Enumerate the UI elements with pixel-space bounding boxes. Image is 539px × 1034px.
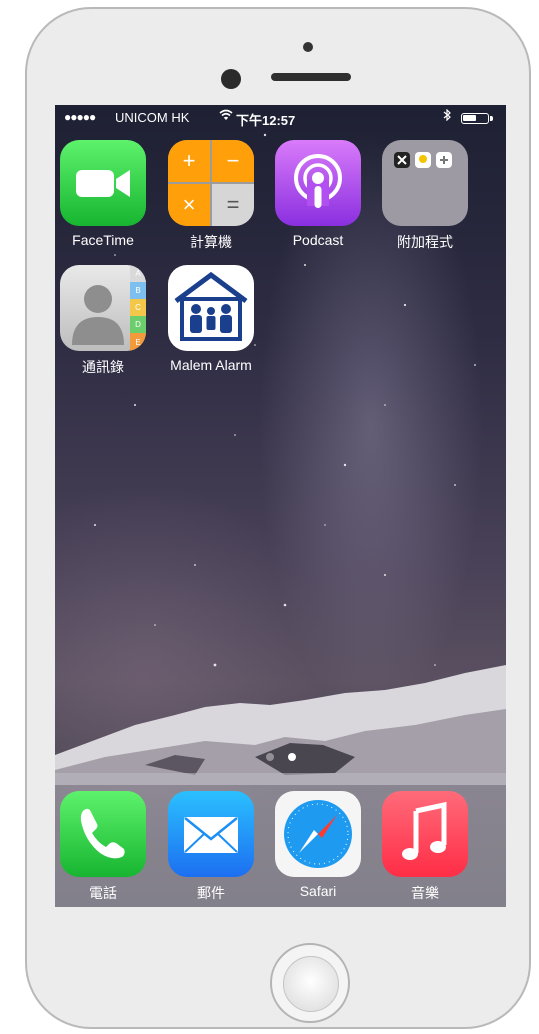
signal-strength-icon: ●●●●● <box>64 110 96 124</box>
dock-app-safari[interactable]: Safari <box>268 783 368 899</box>
calc-equals-key: = <box>212 184 254 226</box>
malem-alarm-icon <box>168 265 254 351</box>
dock-app-phone[interactable]: 電話 <box>55 783 153 901</box>
contacts-tab-d: D <box>135 320 141 329</box>
app-podcast[interactable]: Podcast <box>268 132 368 248</box>
contacts-tab-e: E <box>135 338 140 347</box>
app-label: 通訊錄 <box>82 359 124 375</box>
wifi-icon <box>219 109 233 124</box>
calc-plus-key: + <box>168 140 210 182</box>
app-label: 電話 <box>89 885 117 901</box>
page-dot-1 <box>266 753 274 761</box>
app-contacts[interactable]: A B C D E 通訊錄 <box>55 257 153 375</box>
battery-level <box>463 115 476 121</box>
calculator-icon: + − × = <box>168 140 254 226</box>
home-button[interactable] <box>270 943 350 1023</box>
contacts-tab-a: A <box>135 269 141 278</box>
contacts-tab-c: C <box>135 303 141 312</box>
music-note-icon <box>382 791 468 877</box>
app-folder-extras[interactable]: 附加程式 <box>375 132 475 250</box>
app-label: 郵件 <box>197 885 225 901</box>
app-malem-alarm[interactable]: Malem Alarm <box>161 257 261 373</box>
contacts-tab-b: B <box>135 286 140 295</box>
bluetooth-icon <box>443 108 451 124</box>
carrier-name: UNICOM HK <box>115 110 190 125</box>
proximity-sensor <box>303 42 313 52</box>
dock: 電話 郵件 Safari 音樂 <box>55 773 506 907</box>
app-label: 計算機 <box>190 234 232 250</box>
battery-tip <box>490 116 493 121</box>
safari-icon <box>275 791 361 877</box>
contacts-icon: A B C D E <box>60 265 146 351</box>
front-camera <box>221 69 241 89</box>
calc-minus-key: − <box>212 140 254 182</box>
battery-icon <box>461 113 489 124</box>
folder-icon <box>382 140 468 226</box>
dock-app-music[interactable]: 音樂 <box>375 783 475 901</box>
app-label: Podcast <box>292 232 344 248</box>
calc-times-key: × <box>168 184 210 226</box>
page-indicator[interactable] <box>263 753 303 763</box>
mail-icon <box>168 791 254 877</box>
app-label: 附加程式 <box>397 234 453 250</box>
phone-icon <box>60 791 146 877</box>
clock-time: 下午12:57 <box>236 113 296 128</box>
dock-app-mail[interactable]: 郵件 <box>161 783 261 901</box>
app-label: FaceTime <box>72 232 134 248</box>
status-bar: ●●●●● UNICOM HK 下午12:57 <box>55 105 506 131</box>
home-button-face <box>283 956 339 1012</box>
app-label: Malem Alarm <box>170 357 252 373</box>
app-facetime[interactable]: FaceTime <box>55 132 153 248</box>
app-calculator[interactable]: + − × = 計算機 <box>161 132 261 250</box>
app-label: Safari <box>299 883 337 899</box>
home-screen: ●●●●● UNICOM HK 下午12:57 FaceTime + − × =… <box>55 105 506 907</box>
wallpaper-mountain <box>55 665 506 785</box>
page-dot-2 <box>288 753 296 761</box>
facetime-icon <box>60 140 146 226</box>
app-label: 音樂 <box>411 885 439 901</box>
podcast-icon <box>275 140 361 226</box>
earpiece-speaker <box>271 73 351 81</box>
